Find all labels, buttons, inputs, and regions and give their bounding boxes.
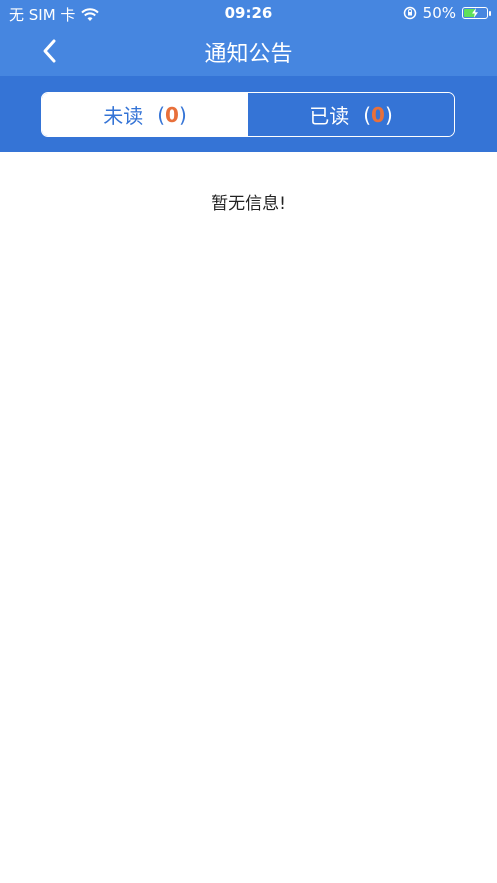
empty-message: 暂无信息! [211,194,286,214]
tab-unread-close-paren: ) [178,102,187,127]
tab-read-close-paren: ) [384,102,393,127]
tab-read[interactable]: 已读 ( 0 ) [248,93,454,136]
battery-charging-icon [462,7,491,19]
tab-unread-label: 未读 [103,104,144,128]
status-bar: 无 SIM 卡 09:26 50% [0,0,497,26]
tab-unread-count: 0 [165,102,179,127]
status-right: 50% [403,4,491,22]
tab-read-label: 已读 [309,104,350,128]
segmented-control: 未读 ( 0 ) 已读 ( 0 ) [41,92,455,137]
tab-bar: 未读 ( 0 ) 已读 ( 0 ) [0,76,497,152]
tab-read-count: 0 [371,102,385,127]
bolt-icon [472,8,478,18]
tab-read-open-paren: ( [363,102,372,127]
orientation-lock-icon [403,6,416,20]
tab-unread-open-paren: ( [157,102,166,127]
tab-unread[interactable]: 未读 ( 0 ) [42,93,248,136]
nav-bar: 通知公告 [0,26,497,76]
page-title: 通知公告 [204,42,293,67]
battery-percent: 50% [422,4,456,22]
